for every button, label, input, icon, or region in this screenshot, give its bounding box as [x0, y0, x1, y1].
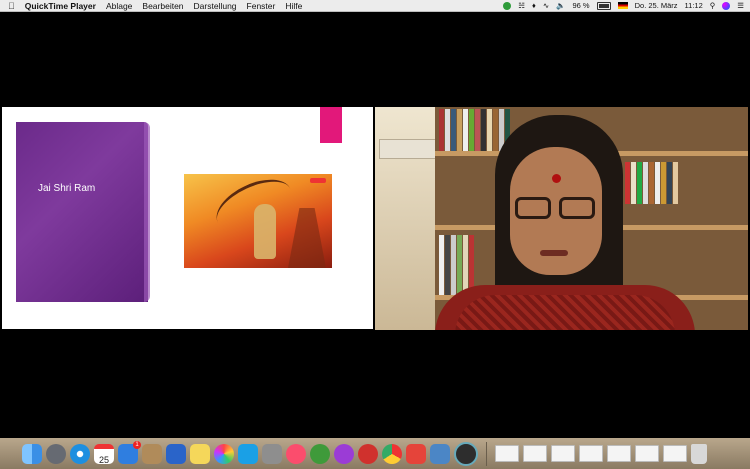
artwork-temple: [288, 208, 326, 268]
artwork-logo: [310, 178, 326, 183]
dropbox-icon[interactable]: ♦: [532, 1, 536, 10]
preview-icon[interactable]: [430, 443, 450, 464]
dock-separator: [486, 441, 487, 466]
presentation-slide: Jai Shri Ram: [2, 107, 373, 329]
contacts-icon[interactable]: [142, 443, 162, 464]
minimized-window-2[interactable]: [523, 445, 547, 462]
menu-bearbeiten[interactable]: Bearbeiten: [142, 1, 183, 11]
search-icon[interactable]: ⚲: [710, 1, 716, 10]
webcam-video-feed: [375, 107, 748, 330]
calendar-day: 25: [98, 454, 109, 465]
minimized-window-7[interactable]: [663, 445, 687, 462]
apple-menu-icon[interactable]: : [8, 0, 15, 12]
notification-center-icon[interactable]: ☰: [737, 1, 744, 10]
battery-percent: 96 %: [572, 1, 590, 10]
podcasts-icon[interactable]: [334, 443, 354, 464]
notes-icon[interactable]: [190, 443, 210, 464]
skype-icon[interactable]: [238, 443, 258, 464]
battery-icon[interactable]: [596, 1, 611, 10]
dock: 25 1: [0, 438, 750, 469]
finder-icon[interactable]: [22, 443, 42, 464]
app-menu[interactable]: QuickTime Player: [25, 1, 96, 11]
wifi-icon[interactable]: ∿: [543, 1, 549, 10]
menu-darstellung[interactable]: Darstellung: [194, 1, 237, 11]
minimized-window-3[interactable]: [551, 445, 575, 462]
glasses: [513, 197, 597, 221]
minimized-window-1[interactable]: [495, 445, 519, 462]
slide-artwork-image: [184, 174, 332, 268]
launchpad-icon[interactable]: [46, 443, 66, 464]
chrome-icon[interactable]: [382, 443, 402, 464]
book-row-middle: [625, 162, 678, 204]
word-icon[interactable]: [166, 443, 186, 464]
wall-switch-panel: [379, 139, 437, 159]
minimized-window-5[interactable]: [607, 445, 631, 462]
photos-icon[interactable]: [214, 443, 234, 464]
app-store-badge: 1: [133, 440, 141, 449]
quicktime-icon[interactable]: [454, 441, 478, 466]
mouth: [540, 250, 568, 256]
clock-date[interactable]: Do. 25. März: [635, 1, 678, 10]
music-icon[interactable]: [286, 443, 306, 464]
trash-icon[interactable]: [691, 443, 707, 464]
input-source-flag-icon[interactable]: [617, 2, 628, 9]
status-green-icon[interactable]: [503, 1, 512, 10]
bindi: [552, 174, 561, 183]
book-row-bottom: [439, 235, 474, 295]
expressvpn-icon[interactable]: [358, 443, 378, 464]
clock-time[interactable]: 11:12: [685, 1, 703, 10]
vlc-icon[interactable]: [310, 443, 330, 464]
volume-icon[interactable]: 🔈: [556, 1, 565, 10]
app-store-icon[interactable]: 1: [118, 440, 141, 464]
menu-hilfe[interactable]: Hilfe: [285, 1, 302, 11]
vpn-icon[interactable]: ☵: [518, 1, 525, 10]
siri-icon[interactable]: [722, 1, 731, 10]
slide-accent-bar: [320, 107, 342, 143]
safari-icon[interactable]: [70, 443, 90, 464]
menu-fenster[interactable]: Fenster: [247, 1, 276, 11]
system-preferences-icon[interactable]: [262, 443, 282, 464]
calendar-icon[interactable]: 25: [94, 443, 114, 465]
minimized-window-6[interactable]: [635, 445, 659, 462]
menu-bar:  QuickTime Player Ablage Bearbeiten Dar…: [0, 0, 750, 12]
book-row-top: [439, 109, 510, 151]
menu-ablage[interactable]: Ablage: [106, 1, 132, 11]
pdf-app-icon[interactable]: [406, 443, 426, 464]
minimized-window-4[interactable]: [579, 445, 603, 462]
artwork-figure: [254, 204, 276, 259]
slide-title: Jai Shri Ram: [38, 183, 96, 194]
saree: [435, 285, 695, 330]
slide-title-panel: [16, 122, 150, 302]
